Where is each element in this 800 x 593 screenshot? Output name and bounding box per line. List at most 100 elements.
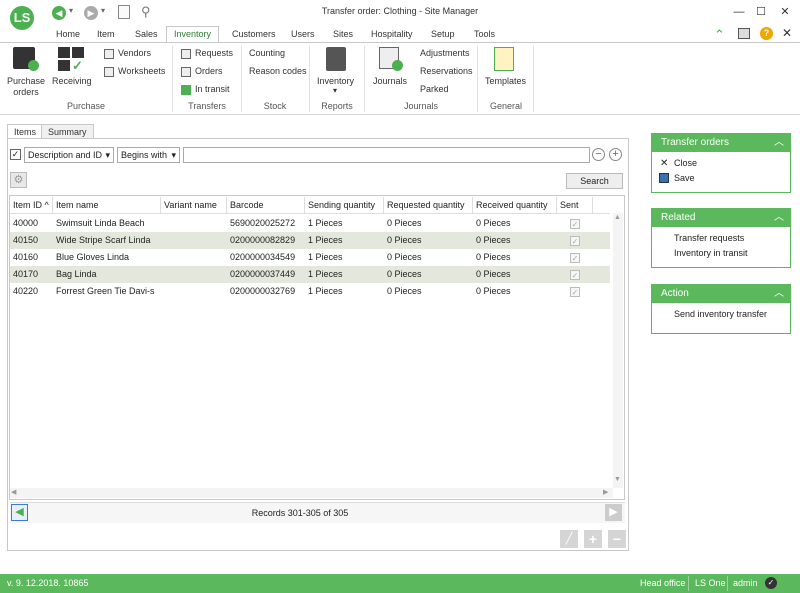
- sort-ascending-icon: ^: [44, 200, 49, 210]
- reservations-button[interactable]: Reservations: [420, 66, 473, 77]
- cell-item-id: 40220: [13, 286, 39, 296]
- transfer-requests-link[interactable]: Transfer requests: [652, 231, 790, 246]
- tab-sites[interactable]: Sites: [326, 27, 360, 42]
- cell-variant-name: [161, 232, 227, 249]
- table-row[interactable]: 40170 Bag Linda 0200000037449 1 Pieces 0 Pie…: [10, 266, 610, 283]
- inventory-dropdown-icon[interactable]: ▾: [333, 85, 337, 96]
- filter-value-input[interactable]: [183, 147, 590, 163]
- back-dropdown-icon[interactable]: ▾: [69, 6, 73, 15]
- tab-hospitality[interactable]: Hospitality: [364, 27, 420, 42]
- vertical-scrollbar[interactable]: [613, 213, 623, 488]
- collapse-ribbon-icon[interactable]: ⌃: [714, 27, 725, 43]
- in-transit-label: In transit: [195, 84, 230, 94]
- forward-dropdown-icon[interactable]: ▾: [101, 6, 105, 15]
- parked-button[interactable]: Parked: [420, 84, 449, 95]
- save-action[interactable]: Save: [652, 171, 790, 186]
- requests-button[interactable]: Requests: [181, 48, 233, 59]
- forward-icon[interactable]: ▶: [84, 6, 98, 20]
- add-button[interactable]: +: [584, 530, 602, 548]
- filter-checkbox[interactable]: ✓: [10, 149, 21, 160]
- panel-header[interactable]: Related ︿: [652, 209, 790, 227]
- tab-sales[interactable]: Sales: [128, 27, 165, 42]
- column-header-item-name[interactable]: Item name: [53, 197, 161, 213]
- close-document-icon[interactable]: ✕: [782, 26, 792, 40]
- requests-label: Requests: [195, 48, 234, 58]
- column-header-sending-quantity[interactable]: Sending quantity: [305, 197, 384, 213]
- sent-checkbox: ✓: [570, 219, 580, 229]
- journals-button[interactable]: Journals: [373, 76, 407, 87]
- filter-field-select[interactable]: Description and ID ▾: [24, 147, 114, 163]
- tab-users[interactable]: Users: [284, 27, 322, 42]
- cell-requested-quantity: 0 Pieces: [387, 286, 422, 296]
- delete-button[interactable]: −: [608, 530, 626, 548]
- search-icon[interactable]: ⚲: [141, 4, 151, 20]
- cell-variant-name: [161, 249, 227, 266]
- tab-summary[interactable]: Summary: [41, 124, 94, 139]
- filter-operator-select[interactable]: Begins with ▾: [117, 147, 180, 163]
- cell-received-quantity: 0 Pieces: [476, 235, 511, 245]
- receiving-button[interactable]: Receiving: [52, 76, 92, 87]
- table-row[interactable]: 40000 Swimsuit Linda Beach 5690020025272 1 …: [10, 215, 610, 232]
- orders-button[interactable]: Orders: [181, 66, 223, 77]
- column-header-variant-name[interactable]: Variant name: [161, 197, 227, 213]
- cell-variant-name: [161, 215, 227, 232]
- reason-codes-button[interactable]: Reason codes: [249, 66, 307, 77]
- previous-page-button[interactable]: ◀: [11, 504, 28, 521]
- panel-header[interactable]: Transfer orders ︿: [652, 134, 790, 152]
- cell-received-quantity: 0 Pieces: [476, 269, 511, 279]
- table-row[interactable]: 40160 Blue Gloves Linda 0200000034549 1 Pie…: [10, 249, 610, 266]
- horizontal-scrollbar[interactable]: [10, 488, 613, 498]
- collapse-icon[interactable]: ︿: [774, 209, 784, 227]
- minimize-button[interactable]: —: [728, 4, 750, 20]
- print-icon[interactable]: [738, 28, 750, 39]
- tab-item[interactable]: Item: [90, 27, 122, 42]
- tab-items[interactable]: Items: [7, 124, 44, 139]
- scroll-down-icon[interactable]: ▼: [614, 476, 621, 483]
- counting-button[interactable]: Counting: [249, 48, 285, 59]
- tab-tools[interactable]: Tools: [467, 27, 502, 42]
- in-transit-button[interactable]: In transit: [181, 84, 230, 95]
- connected-check-icon: ✓: [765, 577, 777, 589]
- cell-item-name: Wide Stripe Scarf Linda: [56, 235, 151, 245]
- collapse-icon[interactable]: ︿: [774, 134, 784, 152]
- tab-customers[interactable]: Customers: [225, 27, 283, 42]
- remove-filter-icon[interactable]: −: [592, 148, 605, 161]
- clipboard-icon[interactable]: [118, 5, 130, 19]
- add-filter-icon[interactable]: +: [609, 148, 622, 161]
- scroll-up-icon[interactable]: ▲: [614, 214, 621, 221]
- table-row[interactable]: 40150 Wide Stripe Scarf Linda 020000008282…: [10, 232, 610, 249]
- edit-button[interactable]: ╱: [560, 530, 578, 548]
- maximize-button[interactable]: ☐: [750, 4, 772, 20]
- column-header-requested-quantity[interactable]: Requested quantity: [384, 197, 473, 213]
- close-window-button[interactable]: ✕: [774, 4, 796, 20]
- scroll-left-icon[interactable]: ◀: [11, 488, 16, 496]
- inventory-in-transit-link[interactable]: Inventory in transit: [652, 246, 790, 261]
- tab-inventory[interactable]: Inventory: [166, 26, 220, 43]
- back-icon[interactable]: ◀: [52, 6, 66, 20]
- column-header-barcode[interactable]: Barcode: [227, 197, 305, 213]
- column-header-item-id[interactable]: Item ID ^: [10, 197, 53, 213]
- help-icon[interactable]: ?: [760, 27, 773, 40]
- search-button[interactable]: Search: [566, 173, 623, 189]
- send-inventory-transfer-link[interactable]: Send inventory transfer: [652, 307, 790, 322]
- column-header-received-quantity[interactable]: Received quantity: [473, 197, 557, 213]
- tab-home[interactable]: Home: [49, 27, 87, 42]
- purchase-orders-button[interactable]: Purchase orders: [6, 76, 46, 98]
- panel-header[interactable]: Action ︿: [652, 285, 790, 303]
- settings-gear-icon[interactable]: ⚙: [10, 172, 27, 188]
- worksheets-button[interactable]: Worksheets: [104, 66, 165, 77]
- collapse-icon[interactable]: ︿: [774, 285, 784, 303]
- next-page-button[interactable]: ▶: [605, 504, 622, 521]
- table-row[interactable]: 40220 Forrest Green Tie Davi-s 02000000327…: [10, 283, 610, 300]
- column-header-sent[interactable]: Sent: [557, 197, 593, 213]
- adjustments-button[interactable]: Adjustments: [420, 48, 470, 59]
- cell-received-quantity: 0 Pieces: [476, 252, 511, 262]
- close-action[interactable]: ✕ Close: [652, 156, 790, 171]
- tab-setup[interactable]: Setup: [424, 27, 462, 42]
- cell-barcode: 0200000034549: [230, 252, 296, 262]
- scroll-right-icon[interactable]: ▶: [603, 488, 608, 496]
- receiving-box-icon: [58, 60, 70, 71]
- vendors-button[interactable]: Vendors: [104, 48, 151, 59]
- check-icon: ✓: [72, 58, 83, 73]
- templates-button[interactable]: Templates: [485, 76, 526, 87]
